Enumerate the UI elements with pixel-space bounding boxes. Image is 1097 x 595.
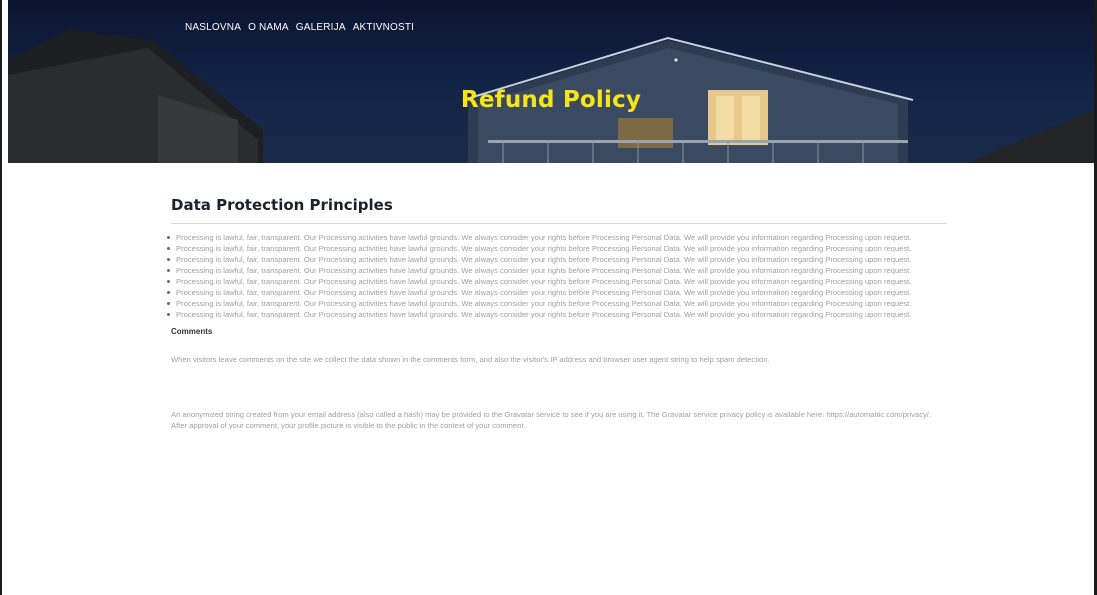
comments-heading: Comments [171, 327, 213, 336]
nav-item-galerija[interactable]: GALERIJA [296, 22, 346, 33]
bullet-icon [167, 258, 170, 261]
list-item: Processing is lawful, fair, transparent.… [167, 276, 947, 287]
list-item-text: Processing is lawful, fair, transparent.… [176, 244, 912, 253]
page-title: Refund Policy [460, 87, 642, 113]
main-content: Data Protection Principles Processing is… [167, 196, 947, 431]
nav-item-o-nama[interactable]: O NAMA [248, 22, 289, 33]
list-item: Processing is lawful, fair, transparent.… [167, 254, 947, 265]
main-nav: NASLOVNA O NAMA GALERIJA AKTIVNOSTI [185, 22, 414, 33]
list-item: Processing is lawful, fair, transparent.… [167, 243, 947, 254]
list-item-text: Processing is lawful, fair, transparent.… [176, 277, 912, 286]
list-item: Processing is lawful, fair, transparent.… [167, 265, 947, 276]
bullet-icon [167, 280, 170, 283]
comments-paragraph: When visitors leave comments on the site… [171, 355, 770, 364]
nav-item-naslovna[interactable]: NASLOVNA [185, 22, 241, 33]
bullet-icon [167, 313, 170, 316]
nav-item-aktivnosti[interactable]: AKTIVNOSTI [353, 22, 414, 33]
principles-list: Processing is lawful, fair, transparent.… [167, 232, 947, 320]
bullet-icon [167, 236, 170, 239]
list-item: Processing is lawful, fair, transparent.… [167, 298, 947, 309]
list-item-text: Processing is lawful, fair, transparent.… [176, 299, 912, 308]
hero-banner: NASLOVNA O NAMA GALERIJA AKTIVNOSTI Refu… [8, 0, 1094, 163]
section-title: Data Protection Principles [171, 196, 947, 224]
list-item-text: Processing is lawful, fair, transparent.… [176, 233, 912, 242]
list-item-text: Processing is lawful, fair, transparent.… [176, 266, 912, 275]
window-border-left [0, 0, 2, 595]
list-item: Processing is lawful, fair, transparent.… [167, 287, 947, 298]
bullet-icon [167, 302, 170, 305]
list-item: Processing is lawful, fair, transparent.… [167, 232, 947, 243]
bullet-icon [167, 247, 170, 250]
list-item: Processing is lawful, fair, transparent.… [167, 309, 947, 320]
bullet-icon [167, 269, 170, 272]
bullet-icon [167, 291, 170, 294]
hero-house-illustration [8, 30, 1094, 163]
gravatar-paragraph: An anonymized string created from your e… [171, 410, 932, 430]
list-item-text: Processing is lawful, fair, transparent.… [176, 288, 912, 297]
list-item-text: Processing is lawful, fair, transparent.… [176, 255, 912, 264]
list-item-text: Processing is lawful, fair, transparent.… [176, 310, 912, 319]
